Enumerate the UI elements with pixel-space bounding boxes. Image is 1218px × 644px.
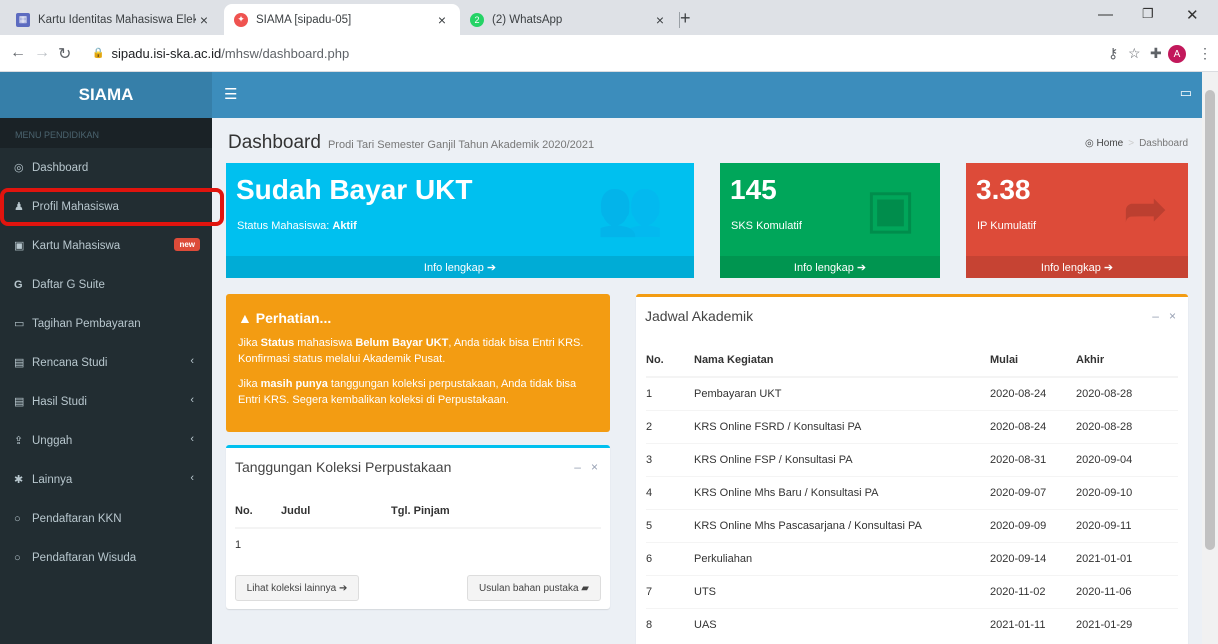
- lock-icon: 🔒: [92, 48, 105, 59]
- back-icon[interactable]: ←: [10, 44, 26, 62]
- app-logo[interactable]: SIAMA: [0, 72, 212, 118]
- info-link-ukt[interactable]: Info lengkap ➔: [226, 256, 694, 278]
- browser-tab-kartu[interactable]: ▦ Kartu Identitas Mahasiswa Elektro ×: [6, 4, 222, 35]
- table-row: 2 KRS Online FSRD / Konsultasi PA 2020-08-…: [646, 409, 1178, 443]
- restore-icon[interactable]: ❐: [1142, 6, 1154, 22]
- library-table: No. Judul Tgl. Pinjam 1: [235, 494, 601, 561]
- sidebar-header: MENU PENDIDIKAN: [0, 118, 212, 148]
- minimize-icon[interactable]: —: [1098, 6, 1113, 23]
- dashboard-icon: ◎: [1085, 138, 1094, 149]
- close-tab-icon[interactable]: ×: [434, 12, 450, 28]
- id-card-icon: ▣: [14, 240, 25, 252]
- breadcrumb-current: Dashboard: [1139, 138, 1188, 149]
- close-box-icon[interactable]: ×: [1169, 309, 1176, 323]
- page-subtitle: Prodi Tari Semester Ganjil Tahun Akademi…: [327, 139, 595, 151]
- key-icon[interactable]: ⚷: [1108, 45, 1118, 62]
- money-icon: ▭: [14, 318, 25, 330]
- suggest-book-button[interactable]: Usulan bahan pustaka ▰: [467, 575, 601, 601]
- url-field[interactable]: 🔒 sipadu.isi-ska.ac.id/mhsw/dashboard.ph…: [80, 40, 1020, 67]
- upload-icon: ⇪: [14, 435, 24, 447]
- users-icon: 👥: [596, 178, 664, 238]
- table-row: 1 Pembayaran UKT 2020-08-24 2020-08-28: [646, 376, 1178, 410]
- main-content: Dashboard Prodi Tari Semester Ganjil Tah…: [212, 118, 1202, 644]
- browser-tab-whatsapp[interactable]: 2 (2) WhatsApp ×: [460, 4, 678, 35]
- screen-icon[interactable]: ▭: [1180, 85, 1192, 101]
- reload-icon[interactable]: ↻: [58, 44, 71, 64]
- schedule-title: Jadwal Akademik: [645, 308, 754, 324]
- file-icon: ▤: [14, 357, 25, 369]
- warning-icon: ▲: [238, 310, 252, 326]
- browser-tab-bar: ▦ Kartu Identitas Mahasiswa Elektro × ✦ …: [0, 0, 1218, 35]
- menu-dots-icon[interactable]: ⋮: [1198, 45, 1212, 62]
- sidebar-item-lainnya[interactable]: ✱ Lainnya ‹: [0, 460, 212, 499]
- chevron-left-icon: ‹: [190, 394, 194, 406]
- schedule-table: No. Nama Kegiatan Mulai Akhir 1 Pembayara…: [646, 343, 1178, 641]
- sidebar-item-rencana-studi[interactable]: ▤ Rencana Studi ‹: [0, 343, 212, 382]
- circle-icon: ○: [14, 551, 21, 564]
- chevron-left-icon: ‹: [190, 433, 194, 445]
- stat-box-sks: 145 SKS Komulatif ▣ Info lengkap ➔: [720, 163, 940, 278]
- chevron-left-icon: ‹: [190, 472, 194, 484]
- web-page: SIAMA ☰ ▭ MENU PENDIDIKAN ◎ Dashboard ♟ Pr…: [0, 72, 1218, 644]
- table-row: 1: [235, 527, 601, 561]
- close-window-icon[interactable]: ✕: [1186, 6, 1199, 24]
- minimize-box-icon[interactable]: –: [1152, 309, 1159, 323]
- table-row: 4 KRS Online Mhs Baru / Konsultasi PA 2020…: [646, 475, 1178, 509]
- table-row: 3 KRS Online FSP / Konsultasi PA 2020-08-3…: [646, 442, 1178, 476]
- extension-icon[interactable]: ✚: [1150, 45, 1162, 62]
- stat-box-ukt: Sudah Bayar UKT Status Mahasiswa: Aktif …: [226, 163, 694, 278]
- more-collections-button[interactable]: Lihat koleksi lainnya ➔: [235, 575, 359, 601]
- close-box-icon[interactable]: ×: [591, 460, 598, 474]
- address-bar: ← → ↻ 🔒 sipadu.isi-ska.ac.id/mhsw/dashbo…: [0, 35, 1218, 72]
- top-navbar: ☰ ▭: [212, 72, 1202, 118]
- whatsapp-icon: 2: [470, 12, 484, 27]
- sidebar-item-gsuite[interactable]: G Daftar G Suite: [0, 265, 212, 304]
- sidebar-item-dashboard[interactable]: ◎ Dashboard: [0, 148, 212, 187]
- sidebar-item-kartu[interactable]: ▣ Kartu Mahasiswa new: [0, 226, 212, 265]
- google-icon: G: [14, 278, 23, 291]
- library-box: Tanggungan Koleksi Perpustakaan – × No. …: [226, 445, 610, 609]
- sidebar-item-wisuda[interactable]: ○ Pendaftaran Wisuda: [0, 538, 212, 577]
- share-icon: ➦: [1122, 179, 1168, 239]
- profile-avatar[interactable]: A: [1168, 45, 1186, 63]
- gear-icon: ✱: [14, 474, 24, 486]
- new-badge: new: [174, 238, 200, 251]
- browser-tab-siama[interactable]: ✦ SIAMA [sipadu-05] ×: [224, 4, 460, 35]
- sidebar-item-tagihan[interactable]: ▭ Tagihan Pembayaran: [0, 304, 212, 343]
- page-header: Dashboard Prodi Tari Semester Ganjil Tah…: [228, 132, 594, 154]
- info-link-sks[interactable]: Info lengkap ➔: [720, 256, 940, 278]
- stat-box-ip: 3.38 IP Kumulatif ➦ Info lengkap ➔: [966, 163, 1188, 278]
- table-row: 6 Perkuliahan 2020-09-14 2021-01-01: [646, 541, 1178, 575]
- minimize-box-icon[interactable]: –: [574, 460, 581, 474]
- file-icon: ▤: [14, 396, 25, 408]
- hamburger-icon[interactable]: ☰: [224, 85, 237, 103]
- new-tab-icon[interactable]: +: [680, 8, 691, 29]
- breadcrumb-home[interactable]: Home: [1097, 138, 1124, 149]
- info-link-ip[interactable]: Info lengkap ➔: [966, 256, 1188, 278]
- table-row: 8 UAS 2021-01-11 2021-01-29: [646, 607, 1178, 641]
- siama-icon: ✦: [234, 12, 248, 27]
- table-icon: ▦: [16, 12, 30, 27]
- library-title: Tanggungan Koleksi Perpustakaan: [235, 459, 452, 475]
- highlight-annotation: [0, 188, 224, 226]
- page-title: Dashboard: [228, 132, 321, 153]
- warning-callout: ▲ Perhatian... Jika Status mahasiswa Bel…: [226, 294, 610, 432]
- chevron-left-icon: ‹: [190, 355, 194, 367]
- table-row: 5 KRS Online Mhs Pascasarjana / Konsultas…: [646, 508, 1178, 542]
- sidebar-item-hasil-studi[interactable]: ▤ Hasil Studi ‹: [0, 382, 212, 421]
- scrollbar-thumb[interactable]: [1205, 90, 1215, 550]
- dashboard-icon: ◎: [14, 162, 24, 174]
- star-icon[interactable]: ☆: [1128, 45, 1141, 62]
- table-row: 7 UTS 2020-11-02 2020-11-06: [646, 574, 1178, 608]
- breadcrumb: ◎ Home > Dashboard: [1085, 138, 1188, 149]
- schedule-box: Jadwal Akademik – × No. Nama Kegiatan Mu…: [636, 294, 1188, 644]
- forward-icon[interactable]: →: [34, 44, 50, 62]
- circle-icon: ○: [14, 512, 21, 525]
- sidebar-item-kkn[interactable]: ○ Pendaftaran KKN: [0, 499, 212, 538]
- close-tab-icon[interactable]: ×: [652, 12, 668, 28]
- close-tab-icon[interactable]: ×: [196, 12, 212, 28]
- sidebar-item-unggah[interactable]: ⇪ Unggah ‹: [0, 421, 212, 460]
- blackboard-icon: ▣: [864, 179, 916, 239]
